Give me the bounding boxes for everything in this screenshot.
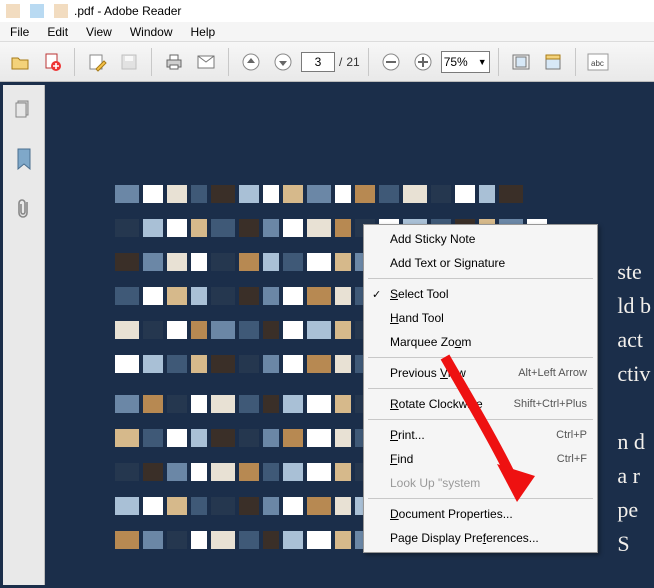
context-label: Print... <box>390 428 556 442</box>
menu-bar: File Edit View Window Help <box>0 22 654 42</box>
context-item-document-properties[interactable]: Document Properties... <box>366 502 595 526</box>
context-label: Add Sticky Note <box>390 232 587 246</box>
context-label: Look Up "system <box>390 476 587 490</box>
context-label: Marquee Zoom <box>390 335 587 349</box>
context-item-select-tool[interactable]: ✓ Select Tool <box>366 282 595 306</box>
toolbar: / 21 75%▼ abc <box>0 42 654 82</box>
save-button[interactable] <box>115 48 143 76</box>
edit-button[interactable] <box>83 48 111 76</box>
context-item-add-sticky-note[interactable]: Add Sticky Note <box>366 227 595 251</box>
create-pdf-button[interactable] <box>38 48 66 76</box>
context-item-marquee-zoom[interactable]: Marquee Zoom <box>366 330 595 354</box>
email-button[interactable] <box>192 48 220 76</box>
context-shortcut: Ctrl+F <box>557 453 587 465</box>
sidebar <box>3 85 45 585</box>
context-separator <box>368 498 593 499</box>
tools-button[interactable] <box>539 48 567 76</box>
context-label: Rotate Clockwise <box>390 397 514 411</box>
context-label: Find <box>390 452 557 466</box>
page-input[interactable] <box>301 52 335 72</box>
context-item-find[interactable]: FindCtrl+F <box>366 447 595 471</box>
peeking-text: ste ld b act ctiv n d a r pe S <box>617 255 651 561</box>
page-sep: / <box>339 55 342 69</box>
context-label: Previous View <box>390 366 518 380</box>
context-label: Hand Tool <box>390 311 587 325</box>
context-label: Page Display Preferences... <box>390 531 587 545</box>
context-item-print[interactable]: Print...Ctrl+P <box>366 423 595 447</box>
fit-button[interactable] <box>507 48 535 76</box>
menu-view[interactable]: View <box>78 23 120 41</box>
context-item-look-up-system: Look Up "system <box>366 471 595 495</box>
context-item-rotate-clockwise[interactable]: Rotate ClockwiseShift+Ctrl+Plus <box>366 392 595 416</box>
context-label: Add Text or Signature <box>390 256 587 270</box>
print-button[interactable] <box>160 48 188 76</box>
menu-edit[interactable]: Edit <box>39 23 76 41</box>
open-button[interactable] <box>6 48 34 76</box>
context-item-page-display-preferences[interactable]: Page Display Preferences... <box>366 526 595 550</box>
title-swatches <box>6 4 68 18</box>
page-down-button[interactable] <box>269 48 297 76</box>
svg-text:abc: abc <box>591 59 604 68</box>
zoom-out-button[interactable] <box>377 48 405 76</box>
attachments-icon[interactable] <box>9 195 39 223</box>
context-menu: Add Sticky Note Add Text or Signature ✓ Sel… <box>363 224 598 553</box>
context-separator <box>368 388 593 389</box>
context-separator <box>368 357 593 358</box>
title-bar: .pdf - Adobe Reader <box>0 0 654 22</box>
context-separator <box>368 278 593 279</box>
context-shortcut: Shift+Ctrl+Plus <box>514 398 587 410</box>
zoom-in-button[interactable] <box>409 48 437 76</box>
check-icon: ✓ <box>372 288 381 301</box>
bookmarks-icon[interactable] <box>9 145 39 173</box>
context-label: Document Properties... <box>390 507 587 521</box>
context-shortcut: Alt+Left Arrow <box>518 367 587 379</box>
thumbnails-icon[interactable] <box>9 95 39 123</box>
text-button[interactable]: abc <box>584 48 612 76</box>
context-item-previous-view[interactable]: Previous ViewAlt+Left Arrow <box>366 361 595 385</box>
context-item-add-text-or-signature[interactable]: Add Text or Signature <box>366 251 595 275</box>
context-shortcut: Ctrl+P <box>556 429 587 441</box>
page-indicator: / 21 <box>301 52 360 72</box>
zoom-select[interactable]: 75%▼ <box>441 51 490 73</box>
window-title: .pdf - Adobe Reader <box>74 4 181 18</box>
menu-file[interactable]: File <box>2 23 37 41</box>
context-separator <box>368 419 593 420</box>
menu-help[interactable]: Help <box>183 23 224 41</box>
page-up-button[interactable] <box>237 48 265 76</box>
page-total: 21 <box>346 55 359 69</box>
context-item-hand-tool[interactable]: Hand Tool <box>366 306 595 330</box>
context-label: Select Tool <box>390 287 587 301</box>
menu-window[interactable]: Window <box>122 23 181 41</box>
